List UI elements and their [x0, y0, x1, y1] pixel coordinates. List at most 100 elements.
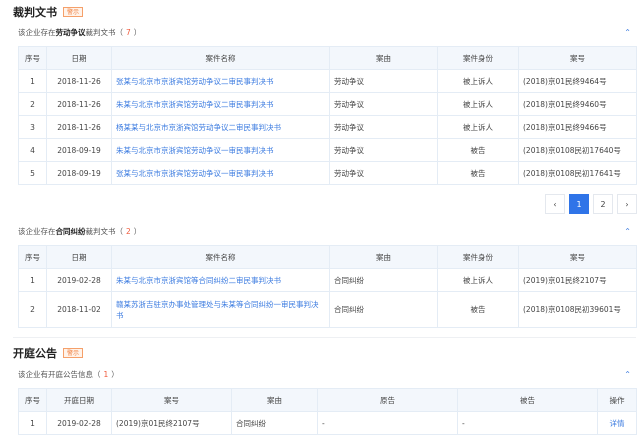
- table-cell: 2: [18, 92, 47, 116]
- pagination: ‹ 1 2 ›: [545, 194, 637, 214]
- section-title-hearings: 开庭公告 警示: [13, 345, 84, 361]
- table-row: 4 2018-09-19 朱某与北京市京浙宾馆劳动争议一审民事判决书 劳动争议 被告 (2…: [18, 138, 637, 162]
- table-cell: (2018)京01民终9464号: [518, 69, 637, 93]
- t: 该企业存在: [18, 28, 56, 37]
- table-cell: 被告: [437, 291, 519, 328]
- table-row: 1 2018-11-26 张某与北京市京浙宾馆劳动争议二审民事判决书 劳动争议 被上诉人…: [18, 69, 637, 93]
- prev-page-button[interactable]: ‹: [545, 194, 565, 214]
- table-cell: (2018)京0108民初39601号: [518, 291, 637, 328]
- column-header: 序号: [18, 388, 47, 412]
- case-link[interactable]: 张某与北京市京浙宾馆劳动争议一审民事判决书: [116, 169, 274, 178]
- column-header: 案件身份: [437, 46, 519, 70]
- table-cell: 合同纠纷: [231, 411, 318, 435]
- table-cell: 4: [18, 138, 47, 162]
- table-cell: 3: [18, 115, 47, 139]
- table-cell: 1: [18, 69, 47, 93]
- column-header: 案由: [329, 46, 438, 70]
- table-cell: 2018-11-26: [46, 115, 112, 139]
- column-header: 案由: [329, 245, 438, 269]
- table-cell: (2019)京01民终2107号: [111, 411, 232, 435]
- count: 7: [126, 28, 131, 37]
- section-title-judgments: 裁判文书 警示: [13, 4, 84, 20]
- detail-link[interactable]: 详情: [610, 419, 625, 428]
- divider: [13, 337, 636, 338]
- table-row: 2 2018-11-26 朱某与北京市京浙宾馆劳动争议二审民事判决书 劳动争议 被上诉人…: [18, 92, 637, 116]
- chevron-up-icon[interactable]: ⌃: [624, 28, 631, 37]
- table-cell: 合同纠纷: [329, 268, 438, 292]
- table-row: 1 2019-02-28 朱某与北京市京浙宾馆等合同纠纷二审民事判决书 合同纠纷 被上诉…: [18, 268, 637, 292]
- case-link[interactable]: 赣某苏浙吉驻京办事处管理处与朱某等合同纠纷一审民事判决书: [116, 300, 319, 320]
- table-cell: 1: [18, 268, 47, 292]
- keyword: 合同纠纷: [55, 227, 86, 236]
- table-cell: 2018-09-19: [46, 161, 112, 185]
- hearing-summary: 该企业有开庭公告信息（ 1）: [18, 369, 119, 380]
- table-cell: 劳动争议: [329, 115, 438, 139]
- table-cell: 赣某苏浙吉驻京办事处管理处与朱某等合同纠纷一审民事判决书: [111, 291, 330, 328]
- table-cell: (2018)京01民终9466号: [518, 115, 637, 139]
- t: 该企业有开庭公告信息（: [18, 370, 101, 379]
- table-cell: 2018-09-19: [46, 138, 112, 162]
- column-header: 案号: [111, 388, 232, 412]
- table-cell: 被告: [437, 138, 519, 162]
- table-cell: (2018)京0108民初17641号: [518, 161, 637, 185]
- table-cell: 劳动争议: [329, 138, 438, 162]
- page-1-button[interactable]: 1: [569, 194, 589, 214]
- table-cell: -: [457, 411, 598, 435]
- case-link[interactable]: 张某与北京市京浙宾馆劳动争议二审民事判决书: [116, 77, 274, 86]
- t: ）: [111, 370, 119, 379]
- t: 裁判文书（: [85, 28, 124, 37]
- table-cell: 朱某与北京市京浙宾馆劳动争议一审民事判决书: [111, 138, 330, 162]
- column-header: 开庭日期: [46, 388, 112, 412]
- case-link[interactable]: 杨某某与北京市京浙宾馆劳动争议二审民事判决书: [116, 123, 281, 132]
- title: 裁判文书: [13, 6, 57, 19]
- table-cell: (2019)京01民终2107号: [518, 268, 637, 292]
- table-cell: 被上诉人: [437, 69, 519, 93]
- table-row: 1 2019-02-28 (2019)京01民终2107号 合同纠纷 - - 详情: [18, 411, 637, 435]
- column-header: 被告: [457, 388, 598, 412]
- chevron-up-icon[interactable]: ⌃: [624, 227, 631, 236]
- labor-summary: 该企业存在劳动争议裁判文书（ 7）: [18, 27, 141, 38]
- table-cell: 劳动争议: [329, 69, 438, 93]
- t: ）: [133, 28, 142, 37]
- table-cell: 张某与北京市京浙宾馆劳动争议二审民事判决书: [111, 69, 330, 93]
- page-2-button[interactable]: 2: [593, 194, 613, 214]
- table-cell: 被上诉人: [437, 92, 519, 116]
- warning-badge: 警示: [63, 348, 84, 358]
- table-cell: 1: [18, 411, 47, 435]
- column-header: 案由: [231, 388, 318, 412]
- column-header: 案号: [518, 245, 637, 269]
- table-cell: -: [317, 411, 458, 435]
- table-cell: 被上诉人: [437, 115, 519, 139]
- table-cell: 2018-11-26: [46, 92, 112, 116]
- table-cell: 详情: [597, 411, 637, 435]
- column-header: 案号: [518, 46, 637, 70]
- table-cell: 张某与北京市京浙宾馆劳动争议一审民事判决书: [111, 161, 330, 185]
- keyword: 劳动争议: [55, 28, 86, 37]
- title: 开庭公告: [13, 347, 57, 360]
- case-link[interactable]: 朱某与北京市京浙宾馆劳动争议二审民事判决书: [116, 100, 274, 109]
- column-header: 日期: [46, 46, 112, 70]
- case-link[interactable]: 朱某与北京市京浙宾馆劳动争议一审民事判决书: [116, 146, 274, 155]
- table-cell: 2: [18, 291, 47, 328]
- table-row: 5 2018-09-19 张某与北京市京浙宾馆劳动争议一审民事判决书 劳动争议 被告 (2…: [18, 161, 637, 185]
- column-header: 案件身份: [437, 245, 519, 269]
- table-row: 3 2018-11-26 杨某某与北京市京浙宾馆劳动争议二审民事判决书 劳动争议 被上诉…: [18, 115, 637, 139]
- table-cell: 朱某与北京市京浙宾馆等合同纠纷二审民事判决书: [111, 268, 330, 292]
- table-cell: 2018-11-02: [46, 291, 112, 328]
- t: ）: [133, 227, 142, 236]
- t: 该企业存在: [18, 227, 56, 236]
- chevron-up-icon[interactable]: ⌃: [624, 370, 631, 379]
- warning-badge: 警示: [63, 7, 84, 17]
- table-cell: 劳动争议: [329, 92, 438, 116]
- table-cell: 2018-11-26: [46, 69, 112, 93]
- t: 裁判文书（: [85, 227, 124, 236]
- next-page-button[interactable]: ›: [617, 194, 637, 214]
- column-header: 操作: [597, 388, 637, 412]
- table-cell: 合同纠纷: [329, 291, 438, 328]
- case-link[interactable]: 朱某与北京市京浙宾馆等合同纠纷二审民事判决书: [116, 276, 281, 285]
- contract-table: 序号 日期 案件名称 案由 案件身份 案号 1 2019-02-28 朱某与北京市京浙宾馆等合同…: [18, 245, 637, 328]
- count: 2: [126, 227, 131, 236]
- table-cell: (2018)京0108民初17640号: [518, 138, 637, 162]
- labor-table: 序号 日期 案件名称 案由 案件身份 案号 1 2018-11-26 张某与北京市京浙宾馆劳动争…: [18, 46, 637, 185]
- column-header: 日期: [46, 245, 112, 269]
